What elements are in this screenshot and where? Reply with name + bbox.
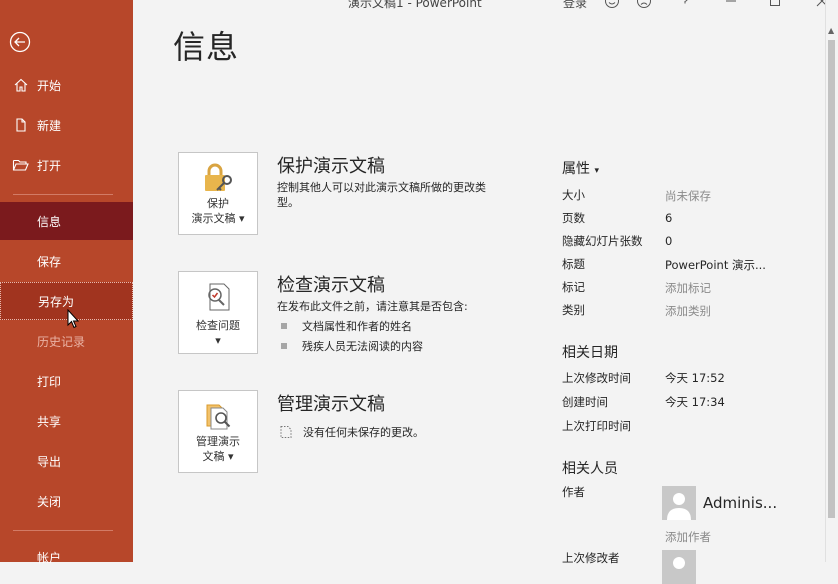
manage-presentation-button[interactable]: 管理演示 文稿 ▾ <box>178 390 258 473</box>
author-name[interactable]: Adminis... <box>703 494 777 512</box>
bullet-icon <box>281 343 287 349</box>
title-field[interactable]: PowerPoint 演示... <box>665 257 766 273</box>
scroll-up-icon[interactable]: ▲ <box>828 26 836 35</box>
nav-new[interactable]: 新建 <box>0 106 133 144</box>
property-value: 0 <box>665 234 673 248</box>
add-author-link[interactable]: 添加作者 <box>665 529 711 545</box>
section-title: 保护演示文稿 <box>277 156 385 177</box>
vertical-scrollbar[interactable]: ▲ <box>825 0 838 562</box>
properties-dropdown[interactable]: 属性 ▾ <box>562 158 599 178</box>
check-issues-button[interactable]: 检查问题 ▾ <box>178 271 258 354</box>
backstage-sidebar: 开始 新建 打开 信息 保存 另存为 历史记录 打印 共享 导出 关闭 帐户 <box>0 0 133 565</box>
tile-label: 文稿 ▾ <box>202 450 234 463</box>
nav-info[interactable]: 信息 <box>0 202 133 240</box>
nav-open[interactable]: 打开 <box>0 146 133 184</box>
protect-presentation-button[interactable]: 保护 演示文稿 ▾ <box>178 152 258 235</box>
sidebar-divider <box>13 530 113 531</box>
dropdown-caret-icon: ▾ <box>215 334 221 347</box>
document-status-icon <box>280 426 292 438</box>
nav-label: 导出 <box>37 454 62 469</box>
nav-label: 新建 <box>37 118 62 133</box>
date-label: 创建时间 <box>562 395 608 409</box>
section-description: 控制其他人可以对此演示文稿所做的更改类型。 <box>277 181 486 209</box>
related-people-heading: 相关人员 <box>562 461 618 477</box>
nav-label: 帐户 <box>37 550 62 565</box>
nav-close[interactable]: 关闭 <box>0 482 133 520</box>
date-value: 今天 17:52 <box>665 371 725 385</box>
nav-print[interactable]: 打印 <box>0 362 133 400</box>
nav-label: 保存 <box>37 254 62 269</box>
nav-home[interactable]: 开始 <box>0 66 133 104</box>
property-value: 6 <box>665 211 673 225</box>
property-label: 页数 <box>562 211 585 225</box>
property-value: 尚未保存 <box>665 189 711 203</box>
avatar <box>662 486 696 520</box>
new-document-icon <box>11 115 31 135</box>
nav-label: 打开 <box>37 158 62 173</box>
nav-save[interactable]: 保存 <box>0 242 133 280</box>
nav-label: 共享 <box>37 414 62 429</box>
nav-label: 另存为 <box>38 294 75 309</box>
inspect-document-icon <box>208 283 230 311</box>
nav-share[interactable]: 共享 <box>0 402 133 440</box>
date-label: 上次打印时间 <box>562 419 631 433</box>
scroll-thumb[interactable] <box>828 40 835 518</box>
nav-export[interactable]: 导出 <box>0 442 133 480</box>
nav-label: 信息 <box>37 214 62 229</box>
property-label: 类别 <box>562 303 585 317</box>
list-item: 文档属性和作者的姓名 <box>281 318 412 334</box>
avatar <box>662 550 696 584</box>
section-title: 检查演示文稿 <box>277 275 385 296</box>
open-folder-icon <box>11 155 31 175</box>
bullet-icon <box>281 323 287 329</box>
last-modified-by-label: 上次修改者 <box>562 551 620 565</box>
sidebar-divider <box>13 194 113 195</box>
nav-account[interactable]: 帐户 <box>0 538 133 576</box>
nav-label: 关闭 <box>37 494 62 509</box>
tile-label: 管理演示 <box>196 435 240 448</box>
author-label: 作者 <box>562 485 585 499</box>
property-label: 标记 <box>562 280 585 294</box>
date-label: 上次修改时间 <box>562 371 631 385</box>
list-item: 残疾人员无法阅读的内容 <box>281 338 423 354</box>
section-description: 在发布此文件之前，请注意其是否包含: <box>277 300 468 313</box>
mouse-cursor-icon <box>67 308 80 333</box>
property-label: 大小 <box>562 188 585 202</box>
add-category-field[interactable]: 添加类别 <box>665 303 711 319</box>
date-value: 今天 17:34 <box>665 395 725 409</box>
nav-label: 打印 <box>37 374 62 389</box>
info-panel: 信息 保护 演示文稿 ▾ 保护演示文稿 控制其他人可以对此演示文稿所做的更改类型… <box>133 0 826 584</box>
back-arrow-icon[interactable] <box>9 31 31 53</box>
section-title: 管理演示文稿 <box>277 394 385 415</box>
home-icon <box>11 75 31 95</box>
related-dates-heading: 相关日期 <box>562 345 618 361</box>
tile-label: 演示文稿 ▾ <box>191 212 245 225</box>
nav-label: 历史记录 <box>37 334 86 349</box>
add-tag-field[interactable]: 添加标记 <box>665 280 711 296</box>
tile-label: 检查问题 <box>196 319 240 332</box>
property-label: 隐藏幻灯片张数 <box>562 234 643 248</box>
property-label: 标题 <box>562 257 585 271</box>
no-changes-status: 没有任何未保存的更改。 <box>279 424 424 440</box>
manage-document-icon <box>206 404 231 430</box>
nav-label: 开始 <box>37 78 62 93</box>
page-title: 信息 <box>173 28 240 66</box>
lock-key-icon <box>205 163 232 191</box>
tile-label: 保护 <box>207 197 229 210</box>
